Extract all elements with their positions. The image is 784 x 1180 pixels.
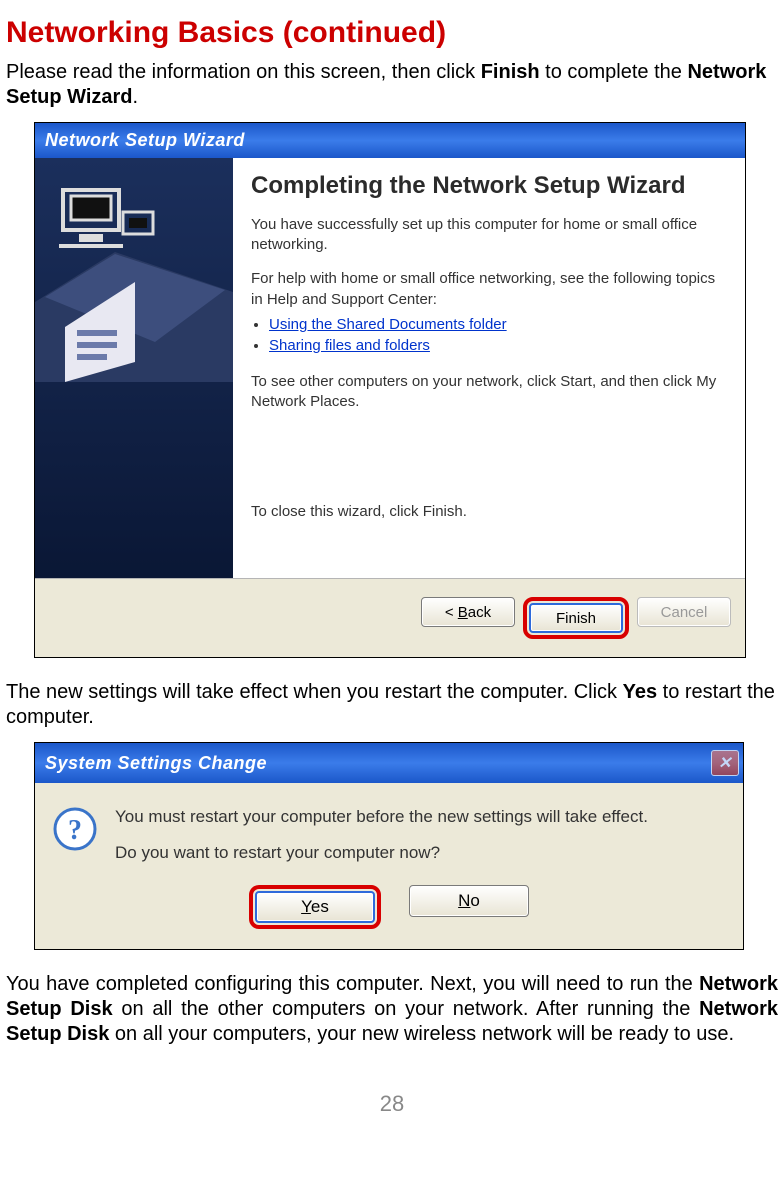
text: You have completed configuring this comp… bbox=[6, 973, 699, 995]
wizard-sidebar-image bbox=[35, 158, 233, 578]
close-icon[interactable]: ✕ bbox=[711, 750, 739, 776]
back-button[interactable]: < Back bbox=[421, 597, 515, 627]
restart-message: You must restart your computer before th… bbox=[115, 807, 648, 863]
help-link-sharing-files[interactable]: Sharing files and folders bbox=[269, 337, 430, 354]
restart-button-row: Yes No bbox=[35, 875, 743, 949]
text: on all your computers, your new wireless… bbox=[109, 1023, 734, 1045]
wizard-dialog: Network Setup Wizard bbox=[34, 122, 746, 658]
text: to complete the bbox=[540, 61, 688, 83]
restart-dialog: System Settings Change ✕ ? You must rest… bbox=[34, 742, 744, 950]
svg-text:?: ? bbox=[68, 815, 82, 846]
question-icon: ? bbox=[53, 807, 97, 851]
wizard-p4: To close this wizard, click Finish. bbox=[251, 502, 727, 522]
restart-line1: You must restart your computer before th… bbox=[115, 807, 648, 827]
restart-titlebar: System Settings Change ✕ bbox=[35, 743, 743, 783]
intro-paragraph: Please read the information on this scre… bbox=[6, 60, 778, 110]
yes-button[interactable]: Yes bbox=[255, 891, 375, 923]
wizard-p3: To see other computers on your network, … bbox=[251, 372, 727, 413]
finish-button[interactable]: Finish bbox=[529, 603, 623, 633]
help-links-list: Using the Shared Documents folder Sharin… bbox=[251, 316, 727, 354]
text-bold: Yes bbox=[623, 681, 657, 703]
help-link-shared-documents[interactable]: Using the Shared Documents folder bbox=[269, 316, 507, 333]
yes-button-highlight: Yes bbox=[249, 885, 381, 929]
wizard-titlebar: Network Setup Wizard bbox=[35, 123, 745, 158]
wizard-heading: Completing the Network Setup Wizard bbox=[251, 172, 727, 201]
page-title: Networking Basics (continued) bbox=[6, 16, 778, 50]
finish-button-highlight: Finish bbox=[523, 597, 629, 639]
after-wizard-paragraph: The new settings will take effect when y… bbox=[6, 680, 778, 730]
text: Please read the information on this scre… bbox=[6, 61, 481, 83]
text-bold: Finish bbox=[481, 61, 540, 83]
cancel-button: Cancel bbox=[637, 597, 731, 627]
no-button[interactable]: No bbox=[409, 885, 529, 917]
text: on all the other computers on your netwo… bbox=[113, 998, 700, 1020]
restart-titlebar-text: System Settings Change bbox=[45, 753, 267, 774]
text: The new settings will take effect when y… bbox=[6, 681, 623, 703]
page-number: 28 bbox=[6, 1091, 778, 1117]
text: . bbox=[133, 86, 139, 108]
wizard-p2: For help with home or small office netwo… bbox=[251, 269, 727, 310]
printer-icon bbox=[35, 182, 233, 382]
restart-line2: Do you want to restart your computer now… bbox=[115, 843, 648, 863]
wizard-p1: You have successfully set up this comput… bbox=[251, 215, 727, 256]
final-paragraph: You have completed configuring this comp… bbox=[6, 972, 778, 1047]
wizard-footer: < Back Finish Cancel bbox=[35, 579, 745, 657]
wizard-content: Completing the Network Setup Wizard You … bbox=[233, 158, 745, 578]
